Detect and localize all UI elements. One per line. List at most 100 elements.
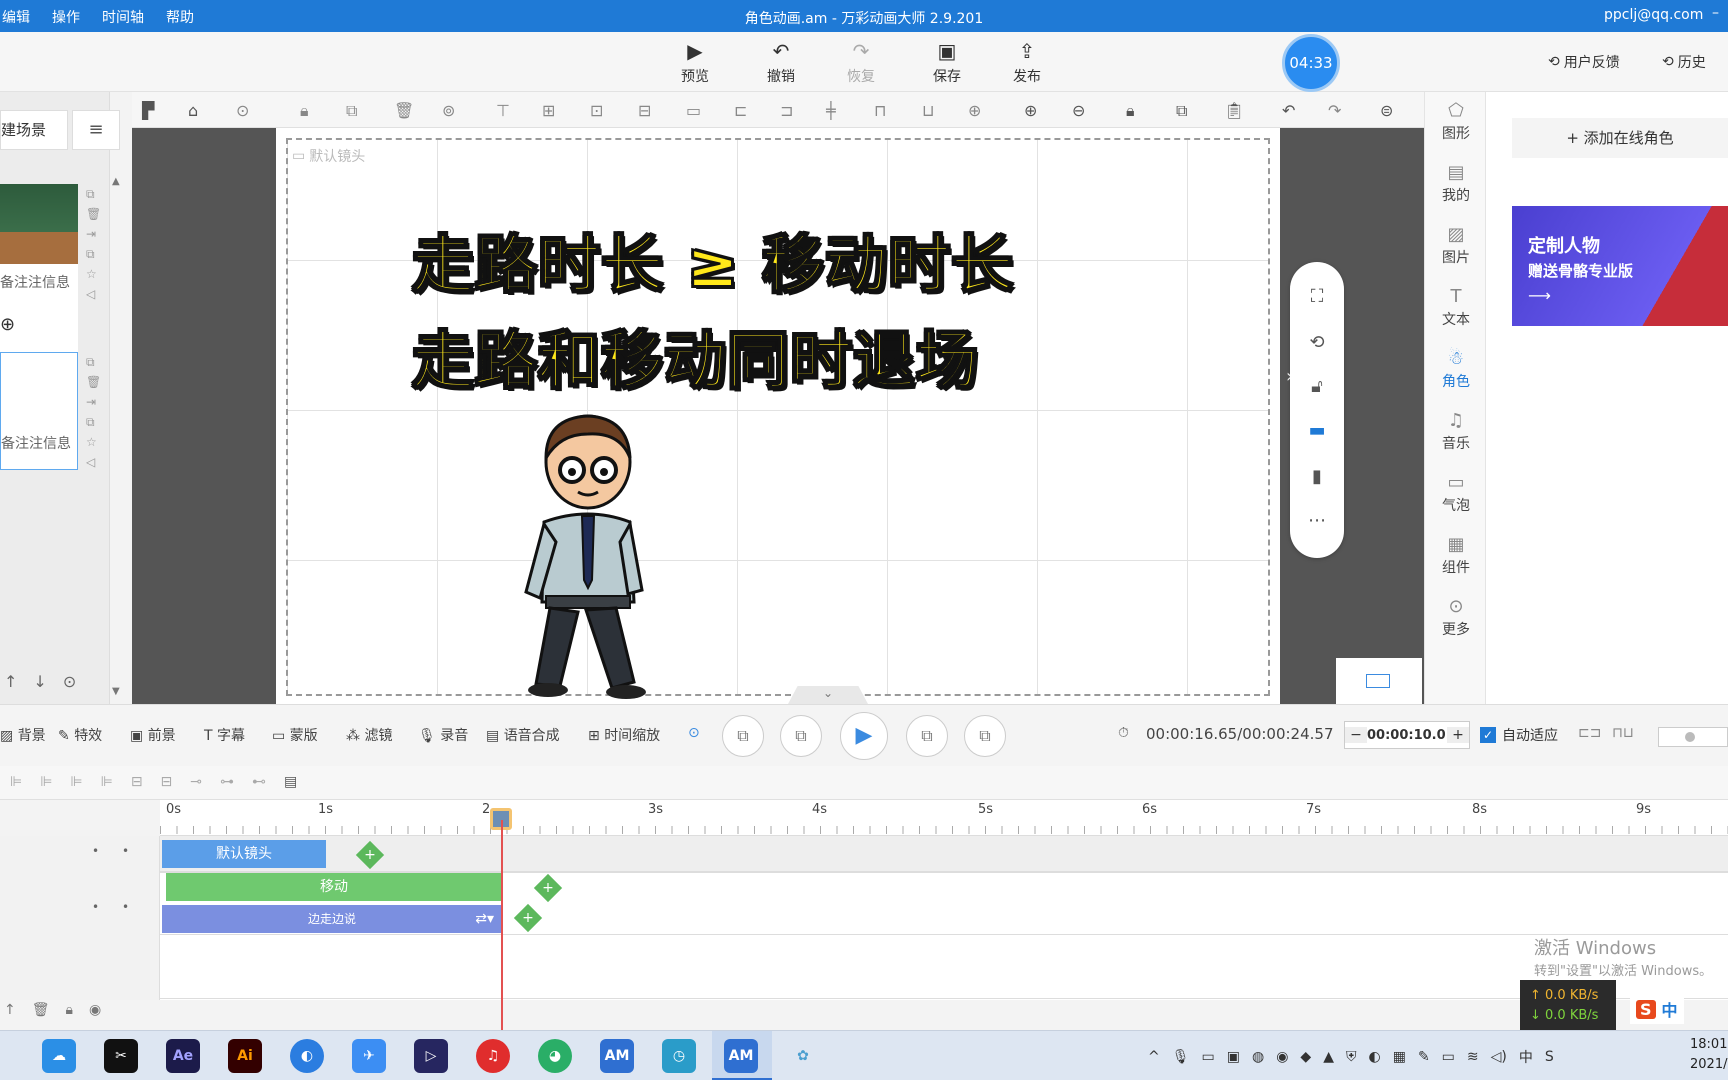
folder-icon[interactable]: ▭ (1202, 1049, 1215, 1065)
more-options-icon[interactable]: ⋯ (1290, 510, 1344, 531)
am-tray-icon[interactable]: ▣ (1227, 1049, 1240, 1065)
time-input[interactable]: 00:00:10.0 (1367, 728, 1447, 743)
ime-widget[interactable]: S 中 (1630, 994, 1684, 1024)
zoom-out-icon[interactable]: ⊖ (1072, 101, 1085, 120)
align-top-icon[interactable]: ⊤ (496, 101, 510, 120)
align-icon[interactable]: ⊷ (252, 774, 266, 790)
tts-tool[interactable]: ▤ 语音合成 (486, 725, 560, 745)
foreground-tool[interactable]: ▣ 前景 (130, 725, 176, 745)
clock[interactable]: 18:01 2021/11 (1690, 1035, 1728, 1075)
preview-button[interactable]: ▶ 预览 (665, 40, 725, 86)
align-icon[interactable]: ⊶ (220, 774, 234, 790)
volume-icon[interactable]: ◁) (1491, 1049, 1507, 1065)
nav-text[interactable]: T 文本 (1425, 286, 1487, 329)
align-icon[interactable]: ⊫ (70, 774, 82, 790)
nav-mine[interactable]: ▤ 我的 (1425, 162, 1487, 205)
chevron-up-icon[interactable]: ^ (1148, 1049, 1160, 1065)
align-middle-icon[interactable]: ⊞ (542, 101, 555, 120)
animation-master-active-icon[interactable]: AM (724, 1039, 758, 1073)
nav-roles[interactable]: ☃ 角色 (1425, 348, 1487, 391)
zoom-slider[interactable] (1658, 727, 1728, 747)
nvidia-icon[interactable]: ◆ (1300, 1049, 1311, 1065)
fit-width-icon[interactable]: ⊏⊐ (1578, 725, 1601, 741)
animation-master-icon[interactable]: AM (600, 1039, 634, 1073)
home-icon[interactable]: ⌂ (188, 101, 198, 120)
move-down-icon[interactable]: ↓ (33, 672, 46, 691)
next-frame-button[interactable]: ⧉ (906, 715, 948, 757)
mask-tool[interactable]: ▭ 蒙版 (272, 725, 318, 745)
prev-frame-button[interactable]: ⧉ (780, 715, 822, 757)
lock-canvas-icon[interactable]: 🔒︎ (1126, 101, 1135, 121)
nav-components[interactable]: ▦ 组件 (1425, 534, 1487, 577)
auto-fit-checkbox[interactable]: ✓ 自动适应 (1480, 725, 1558, 745)
nav-images[interactable]: ▨ 图片 (1425, 224, 1487, 267)
mic-icon[interactable]: 🎙︎ (1172, 1049, 1190, 1065)
new-scene-button[interactable]: 建场景 (0, 110, 68, 150)
distribute-icon[interactable]: ⊡ (590, 101, 603, 120)
history-button[interactable]: ⟲ 历史 (1662, 52, 1706, 72)
track-dots[interactable]: • • (92, 844, 129, 858)
scene-list-icon[interactable]: ≡ (72, 110, 120, 150)
align-icon[interactable]: ⊟ (161, 774, 173, 790)
expand-width-icon[interactable]: ⊓⊔ (1612, 725, 1634, 741)
loop-icon[interactable]: ⇄▾ (475, 905, 494, 933)
scene-note[interactable]: 备注注信息 (1, 433, 71, 453)
walk-action-bar[interactable]: 边走边说 ⇄▾ (162, 905, 502, 933)
record-tool[interactable]: 🎙︎ 录音 (418, 725, 468, 745)
scene-card-2[interactable]: 备注注信息 (0, 352, 78, 470)
add-online-role-button[interactable]: + 添加在线角色 (1512, 118, 1728, 158)
group-icon[interactable]: ⊚ (442, 101, 455, 120)
rotate-icon[interactable]: ⟲ (1290, 332, 1344, 353)
align-icon[interactable]: ⊫ (40, 774, 52, 790)
filter-tool[interactable]: ⁂ 滤镜 (346, 725, 392, 745)
add-keyframe-button[interactable]: + (355, 840, 385, 870)
mobile-view-icon[interactable]: ▮ (1290, 466, 1344, 487)
shield-icon[interactable]: ⛨ (1346, 1049, 1357, 1065)
fit-screen-icon[interactable]: ⛶ (1290, 286, 1344, 307)
wechat-icon[interactable]: ◕ (538, 1039, 572, 1073)
sogou-tray-icon[interactable]: S (1545, 1049, 1554, 1065)
caption-line-1[interactable]: 走路时长 ≥ 移动时长 (411, 214, 1014, 304)
copy-style-icon[interactable]: ⧉ (346, 101, 357, 121)
promo-banner[interactable]: 定制人物 赠送骨骼专业版 ⟶ (1512, 206, 1728, 326)
track-dots[interactable]: • • (92, 900, 129, 914)
move-action-bar[interactable]: 移动 (166, 873, 502, 901)
cloud-app-icon[interactable]: ☁ (42, 1039, 76, 1073)
settings-list-icon[interactable]: ⊜ (1380, 101, 1393, 120)
collapse-timeline-icon[interactable]: ⌄ (788, 686, 868, 704)
netease-music-icon[interactable]: ♫ (476, 1039, 510, 1073)
time-stepper[interactable]: − 00:00:10.0 + (1344, 721, 1470, 749)
decrement-button[interactable]: − (1345, 727, 1367, 743)
capcut-app-icon[interactable]: ✂ (104, 1039, 138, 1073)
nav-music[interactable]: ♫ 音乐 (1425, 410, 1487, 453)
nav-bubbles[interactable]: ▭ 气泡 (1425, 472, 1487, 515)
align-vcenter-icon[interactable]: ⊕ (968, 101, 981, 120)
paste-icon[interactable]: 📋︎ (1224, 101, 1244, 120)
flower-app-icon[interactable]: ✿ (786, 1039, 820, 1073)
next-scene-button[interactable]: ⧉ (964, 715, 1006, 757)
scroll-down-icon[interactable]: ▼ (112, 686, 120, 697)
subtitle-tool[interactable]: T 字幕 (204, 725, 245, 745)
format-painter-icon[interactable]: ▛ (142, 101, 154, 120)
save-button[interactable]: ▣ 保存 (917, 40, 977, 86)
slider-thumb[interactable] (1685, 732, 1695, 742)
prev-scene-button[interactable]: ⧉ (722, 715, 764, 757)
more-icon[interactable]: ⊙ (63, 672, 76, 691)
tray-ime[interactable]: 中 (1519, 1047, 1533, 1067)
tray-icon[interactable]: ◐ (1368, 1049, 1380, 1065)
minimize-button[interactable]: – (1712, 5, 1719, 21)
add-keyframe-button[interactable]: + (513, 903, 543, 933)
track-note-icon[interactable]: ▤ (284, 774, 297, 790)
move-up-icon[interactable]: ↑ (4, 1002, 16, 1018)
lock-icon[interactable]: 🔒︎ (300, 101, 309, 121)
zoom-in-icon[interactable]: ⊕ (1024, 101, 1037, 120)
illustrator-icon[interactable]: Ai (228, 1039, 262, 1073)
delete-icon[interactable]: 🗑︎ (394, 101, 414, 120)
align-icon[interactable]: ⊫ (10, 774, 22, 790)
align-center-icon[interactable]: ╪ (826, 101, 836, 120)
undo-button[interactable]: ↶ 撤销 (751, 40, 811, 86)
more-tools-icon[interactable]: ⊙ (688, 725, 700, 741)
wifi-icon[interactable]: ≋ (1467, 1049, 1479, 1065)
user-account[interactable]: ppclj@qq.com (1604, 7, 1703, 23)
eye-icon[interactable]: ◉ (89, 1002, 101, 1018)
